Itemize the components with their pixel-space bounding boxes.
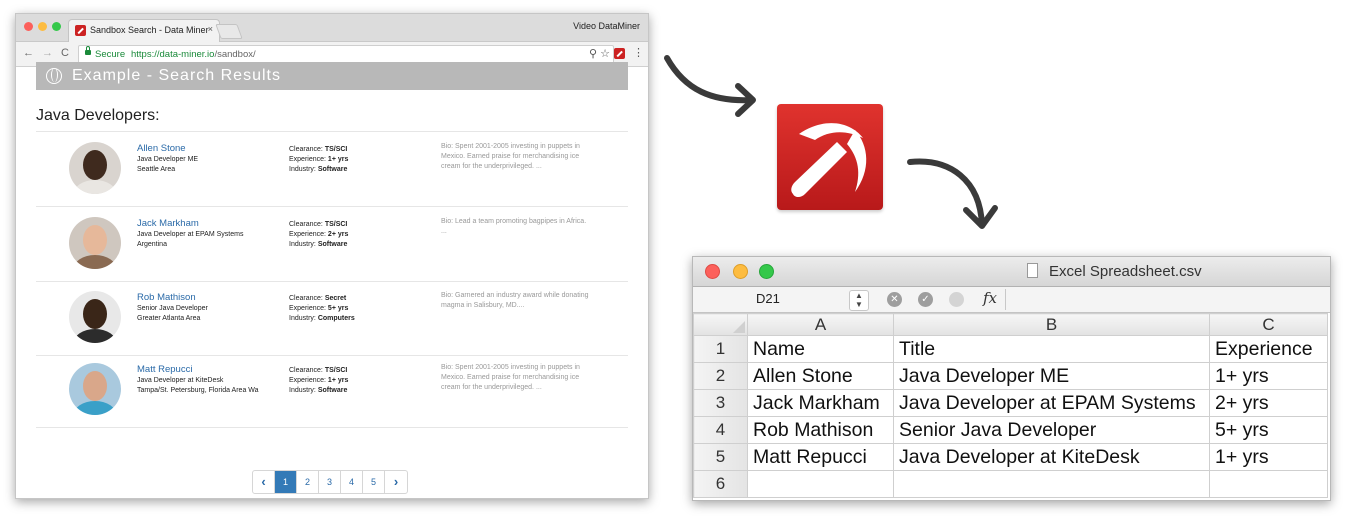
formula-bar: D21 ▲ ▼ ✕ ✓ fx	[693, 287, 1330, 313]
divider	[1005, 289, 1006, 310]
sheet-row: 3 Jack Markham Java Developer at EPAM Sy…	[693, 389, 1328, 417]
document-icon	[1027, 263, 1038, 278]
cancel-formula-icon[interactable]: ✕	[887, 292, 902, 307]
confirm-formula-icon[interactable]: ✓	[918, 292, 933, 307]
close-window-dot[interactable]	[705, 264, 720, 279]
cell-b2[interactable]: Java Developer ME	[893, 362, 1210, 390]
cell-b6[interactable]	[893, 470, 1210, 498]
cell-c5[interactable]: 1+ yrs	[1209, 443, 1328, 471]
cell-a3[interactable]: Jack Markham	[747, 389, 894, 417]
column-header-a[interactable]: A	[747, 313, 894, 336]
spreadsheet-grid: A B C 1 Name Title Experience 2 Allen St…	[693, 313, 1328, 498]
column-header-b[interactable]: B	[893, 313, 1210, 336]
fx-icon[interactable]: fx	[983, 289, 997, 307]
cell-b3[interactable]: Java Developer at EPAM Systems	[893, 389, 1210, 417]
cell-c1[interactable]: Experience	[1209, 335, 1328, 363]
row-header[interactable]: 6	[693, 470, 748, 498]
cell-a6[interactable]	[747, 470, 894, 498]
cell-b5[interactable]: Java Developer at KiteDesk	[893, 443, 1210, 471]
sheet-row: 5 Matt Repucci Java Developer at KiteDes…	[693, 443, 1328, 471]
spreadsheet-titlebar: Excel Spreadsheet.csv	[693, 257, 1330, 287]
function-circle-icon[interactable]	[949, 292, 964, 307]
row-header[interactable]: 5	[693, 443, 748, 471]
minimize-window-dot[interactable]	[733, 264, 748, 279]
cell-c6[interactable]	[1209, 470, 1328, 498]
name-box-stepper-icon[interactable]: ▲ ▼	[849, 290, 869, 311]
sheet-row: 6	[693, 470, 1328, 498]
cell-c3[interactable]: 2+ yrs	[1209, 389, 1328, 417]
column-header-c[interactable]: C	[1209, 313, 1328, 336]
cell-a5[interactable]: Matt Repucci	[747, 443, 894, 471]
zoom-window-dot[interactable]	[759, 264, 774, 279]
cell-c4[interactable]: 5+ yrs	[1209, 416, 1328, 444]
cell-b1[interactable]: Title	[893, 335, 1210, 363]
pickaxe-glyph	[791, 123, 867, 197]
row-header[interactable]: 2	[693, 362, 748, 390]
row-header[interactable]: 3	[693, 389, 748, 417]
sheet-row: 4 Rob Mathison Senior Java Developer 5+ …	[693, 416, 1328, 444]
spreadsheet-window: Excel Spreadsheet.csv D21 ▲ ▼ ✕ ✓ fx A B …	[692, 256, 1331, 501]
row-header[interactable]: 4	[693, 416, 748, 444]
column-header-row: A B C	[693, 313, 1328, 336]
name-box[interactable]: D21	[756, 291, 780, 306]
arrow-to-logo	[664, 55, 755, 104]
cell-a4[interactable]: Rob Mathison	[747, 416, 894, 444]
row-header[interactable]: 1	[693, 335, 748, 363]
cell-a1[interactable]: Name	[747, 335, 894, 363]
cell-a2[interactable]: Allen Stone	[747, 362, 894, 390]
sheet-row: 1 Name Title Experience	[693, 335, 1328, 363]
select-all-corner[interactable]	[693, 313, 748, 336]
cell-c2[interactable]: 1+ yrs	[1209, 362, 1328, 390]
cell-b4[interactable]: Senior Java Developer	[893, 416, 1210, 444]
pickaxe-icon	[777, 104, 883, 210]
spreadsheet-title: Excel Spreadsheet.csv	[1049, 263, 1202, 280]
sheet-row: 2 Allen Stone Java Developer ME 1+ yrs	[693, 362, 1328, 390]
